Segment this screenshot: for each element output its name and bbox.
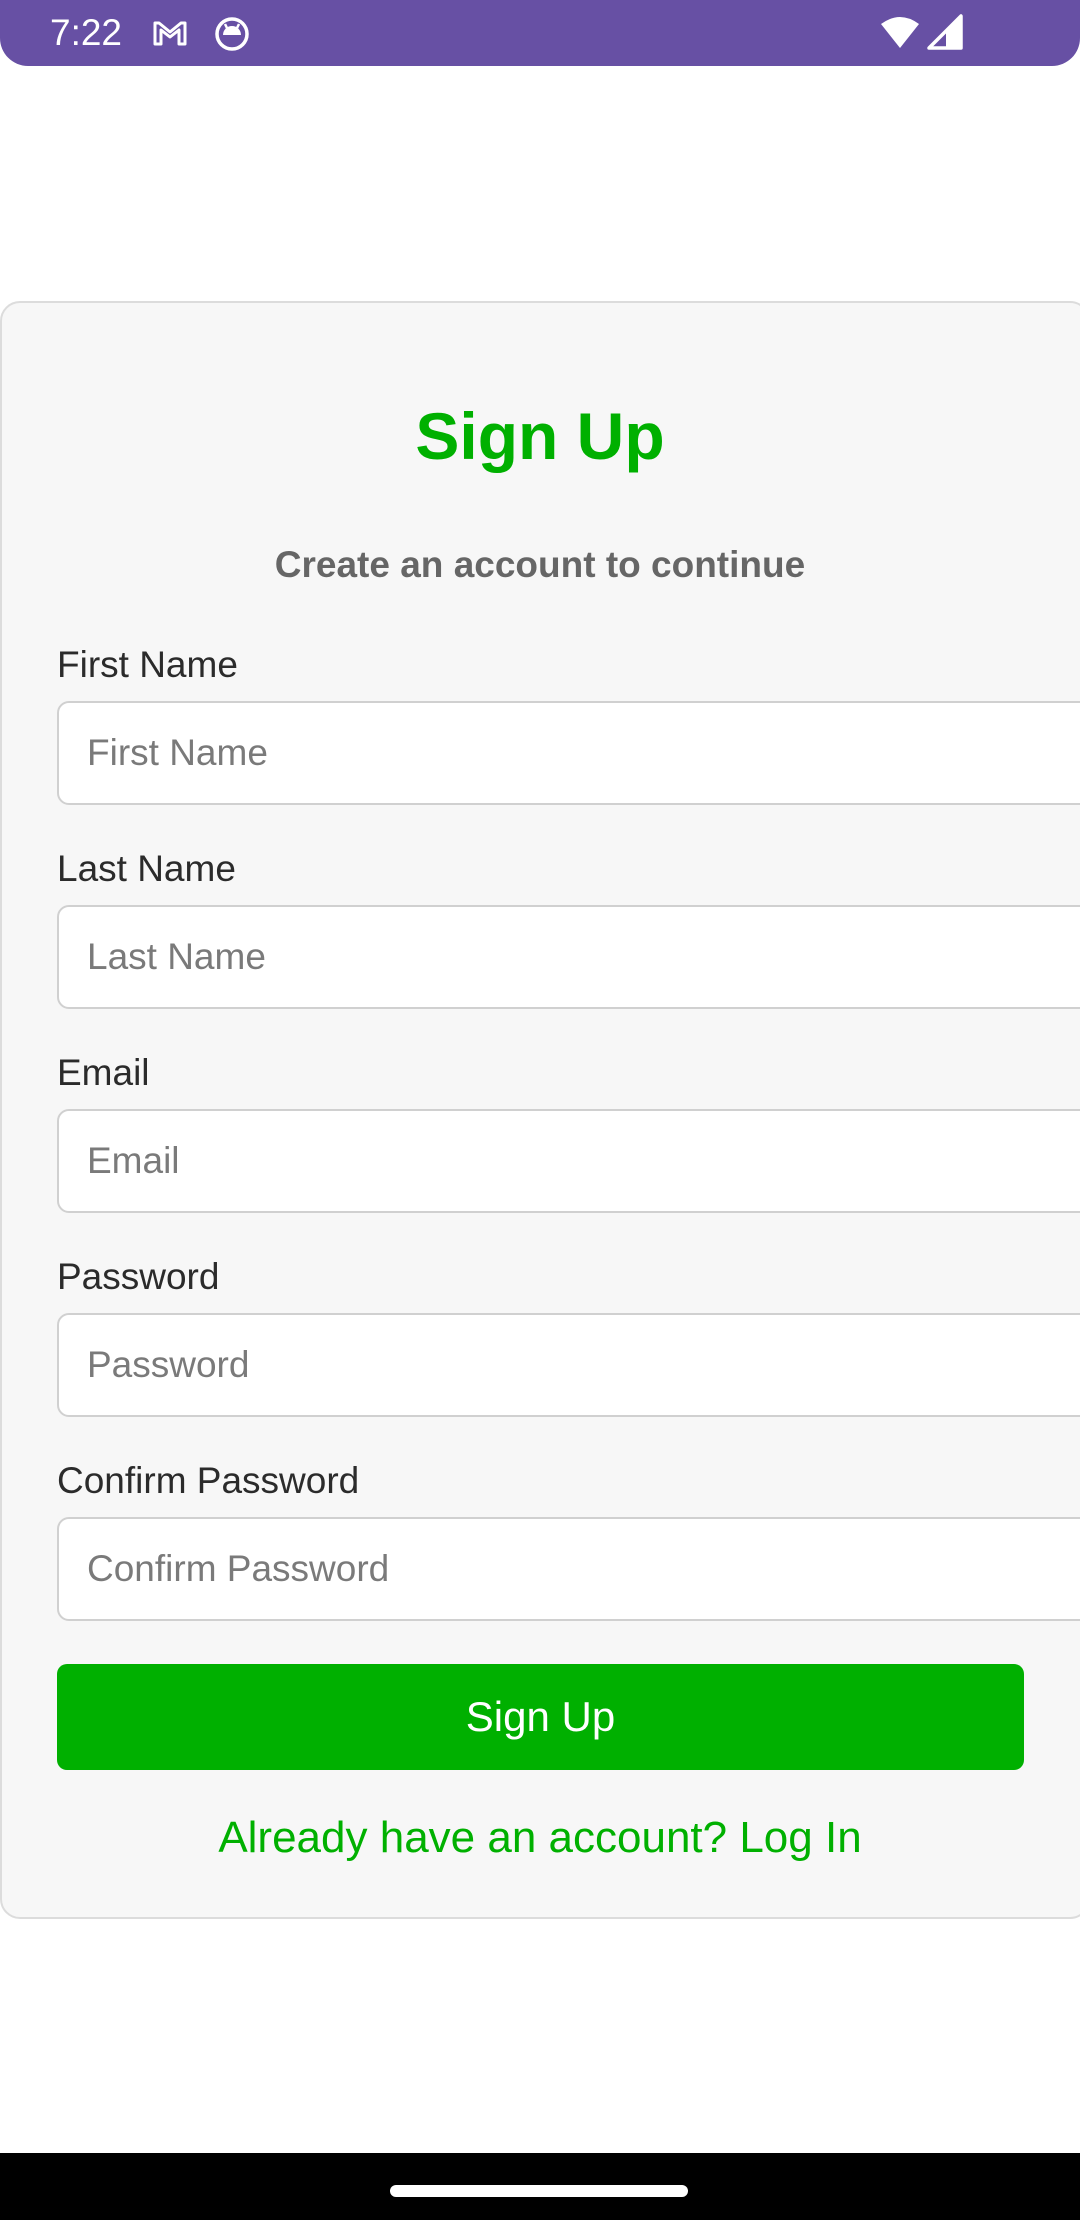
email-input[interactable] bbox=[57, 1109, 1080, 1213]
gmail-icon bbox=[150, 13, 190, 53]
status-bar: 7:22 bbox=[0, 0, 1080, 66]
wifi-icon bbox=[880, 13, 920, 53]
first-name-input[interactable] bbox=[57, 701, 1080, 805]
confirm-password-input[interactable] bbox=[57, 1517, 1080, 1621]
home-gesture-handle[interactable] bbox=[390, 2185, 688, 2197]
first-name-label: First Name bbox=[57, 644, 238, 685]
cellular-signal-icon bbox=[926, 13, 966, 53]
page-title: Sign Up bbox=[415, 399, 665, 473]
status-time: 7:22 bbox=[50, 12, 123, 53]
last-name-input[interactable] bbox=[57, 905, 1080, 1009]
page-subtitle: Create an account to continue bbox=[274, 544, 806, 585]
last-name-label: Last Name bbox=[57, 848, 236, 889]
confirm-password-label: Confirm Password bbox=[57, 1460, 360, 1501]
password-label: Password bbox=[57, 1256, 220, 1297]
navigation-bar bbox=[0, 2153, 1080, 2220]
log-in-link[interactable]: Already have an account? Log In bbox=[0, 1810, 1080, 1866]
sign-up-button[interactable]: Sign Up bbox=[57, 1664, 1024, 1770]
signup-screen: 7:22 Sign Up Create an account to contin… bbox=[0, 0, 1080, 2220]
android-notification-icon bbox=[212, 13, 252, 53]
password-input[interactable] bbox=[57, 1313, 1080, 1417]
email-label: Email bbox=[57, 1052, 150, 1093]
